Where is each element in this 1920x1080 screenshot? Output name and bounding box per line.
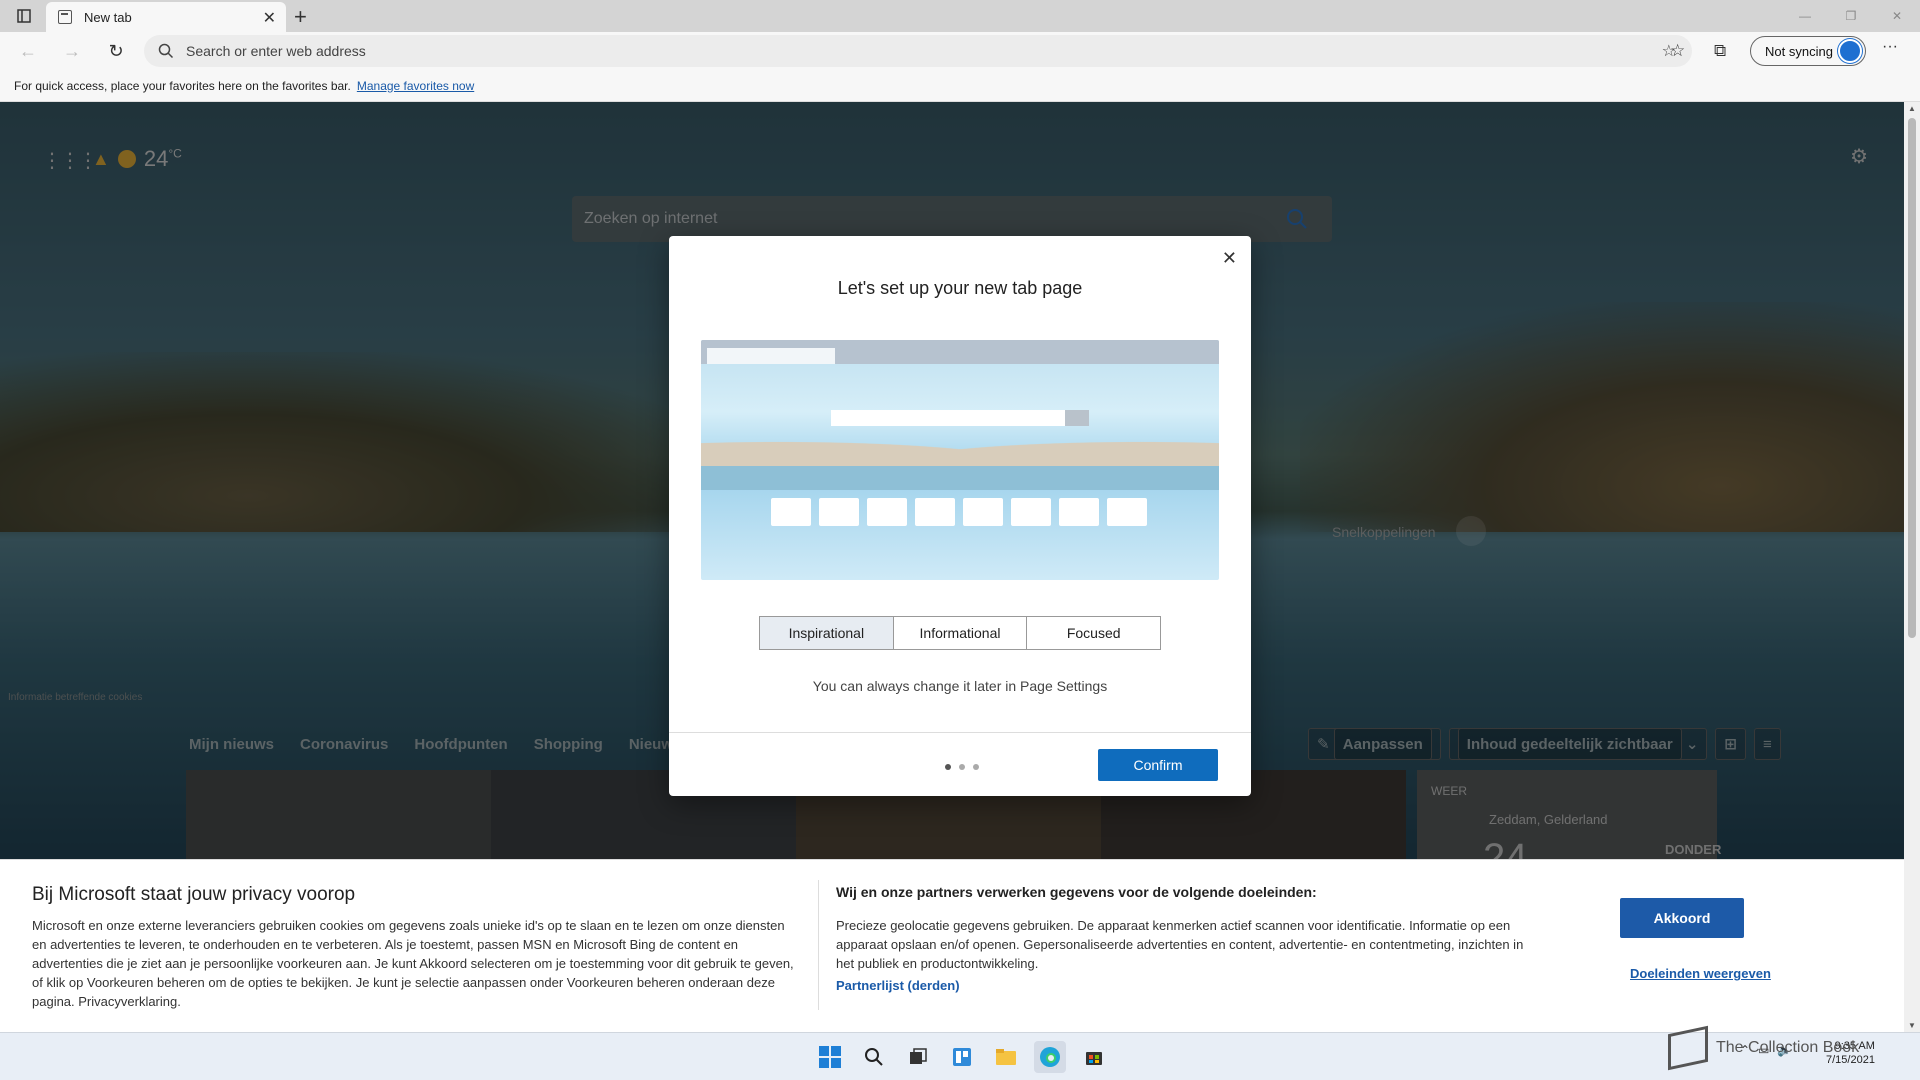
file-explorer-icon[interactable]: [990, 1041, 1022, 1073]
search-icon[interactable]: [858, 1041, 890, 1073]
refresh-button[interactable]: ↻: [104, 40, 128, 62]
page-scrollbar[interactable]: ▲ ▼: [1904, 102, 1920, 1032]
tab-title: New tab: [84, 9, 132, 25]
dialog-title: Let's set up your new tab page: [837, 278, 1083, 298]
favorites-message: For quick access, place your favorites h…: [14, 78, 351, 93]
preview-tile: [819, 498, 859, 526]
manage-favorites-link[interactable]: Manage favorites now: [357, 79, 474, 93]
watermark-text: The Collection Book: [1716, 1039, 1860, 1057]
preview-tiles: [771, 498, 1147, 526]
tab-close-icon[interactable]: ✕: [263, 8, 276, 28]
preview-tile: [1059, 498, 1099, 526]
forward-button[interactable]: →: [60, 40, 84, 62]
privacy-heading: Bij Microsoft staat jouw privacy voorop: [32, 884, 356, 905]
step-indicator: [945, 764, 979, 770]
search-icon: [158, 43, 174, 59]
edge-icon[interactable]: [1034, 1041, 1066, 1073]
address-placeholder: Search or enter web address: [186, 43, 366, 59]
taskbar: ⌃ ▭ 🔈 9:35 AM 7/15/2021: [0, 1032, 1920, 1080]
minimize-button[interactable]: —: [1782, 0, 1828, 32]
view-purposes-link[interactable]: Doeleinden weergeven: [1630, 966, 1771, 981]
step-dot: [973, 764, 979, 770]
scroll-up-icon[interactable]: ▲: [1908, 104, 1916, 113]
tab-strip: New tab ✕ + — ❐ ✕: [0, 0, 1920, 32]
privacy-text: Microsoft en onze externe leveranciers g…: [32, 918, 794, 1009]
widgets-icon[interactable]: [946, 1041, 978, 1073]
favorites-bar: For quick access, place your favorites h…: [0, 70, 1920, 102]
start-icon[interactable]: [814, 1041, 846, 1073]
newtab-page-icon: [58, 10, 72, 24]
tab-new-tab[interactable]: New tab ✕: [46, 2, 286, 32]
watermark: The Collection Book: [1668, 1025, 1860, 1071]
taskbar-apps: [814, 1041, 1110, 1073]
preview-tab: [707, 348, 835, 364]
layout-options: Inspirational Informational Focused: [759, 616, 1161, 650]
preview-tile: [915, 498, 955, 526]
book-logo-icon: [1668, 1025, 1708, 1071]
partner-list-link[interactable]: Partnerlijst (derden): [836, 978, 960, 993]
layout-preview-image: [701, 340, 1219, 580]
option-focused[interactable]: Focused: [1027, 617, 1160, 649]
close-icon[interactable]: ✕: [1222, 248, 1237, 269]
tab-actions-button[interactable]: [12, 6, 36, 26]
scroll-down-icon[interactable]: ▼: [1908, 1021, 1916, 1030]
preview-tile: [1011, 498, 1051, 526]
avatar: [1838, 39, 1862, 63]
more-options-icon[interactable]: ···: [1882, 38, 1898, 56]
change-note: You can always change it later in Page S…: [812, 678, 1108, 694]
close-window-button[interactable]: ✕: [1874, 0, 1920, 32]
preview-tile: [867, 498, 907, 526]
divider: [669, 732, 1251, 733]
sync-label: Not syncing: [1765, 43, 1833, 59]
confirm-button[interactable]: Confirm: [1098, 749, 1218, 781]
purposes-text: Precieze geolocatie gegevens gebruiken. …: [836, 918, 1524, 971]
address-bar[interactable]: Search or enter web address ☆: [144, 35, 1692, 67]
divider: [818, 880, 819, 1010]
accept-button[interactable]: Akkoord: [1620, 898, 1744, 938]
favorites-icon[interactable]: ☆: [1670, 41, 1685, 61]
setup-dialog: ✕ Let's set up your new tab page Inspira…: [669, 236, 1251, 796]
preview-tile: [963, 498, 1003, 526]
step-dot: [945, 764, 951, 770]
option-informational[interactable]: Informational: [894, 617, 1028, 649]
back-button[interactable]: ←: [16, 40, 40, 62]
store-icon[interactable]: [1078, 1041, 1110, 1073]
purposes-heading: Wij en onze partners verwerken gegevens …: [836, 884, 1317, 900]
window-controls: — ❐ ✕: [1782, 0, 1920, 32]
preview-tile: [771, 498, 811, 526]
scrollbar-thumb[interactable]: [1908, 118, 1916, 638]
task-view-icon[interactable]: [902, 1041, 934, 1073]
preview-tile: [1107, 498, 1147, 526]
new-tab-button[interactable]: +: [294, 4, 307, 30]
option-inspirational[interactable]: Inspirational: [760, 617, 894, 649]
preview-water: [701, 466, 1219, 490]
toolbar: ← → ↻ Search or enter web address ☆ ☆ ⧉ …: [0, 32, 1920, 70]
collections-icon[interactable]: ⧉: [1714, 41, 1726, 61]
profile-sync-button[interactable]: Not syncing: [1750, 36, 1866, 66]
tab-actions-icon: [17, 9, 31, 23]
step-dot: [959, 764, 965, 770]
privacy-banner: Bij Microsoft staat jouw privacy voorop …: [0, 859, 1904, 1032]
restore-button[interactable]: ❐: [1828, 0, 1874, 32]
